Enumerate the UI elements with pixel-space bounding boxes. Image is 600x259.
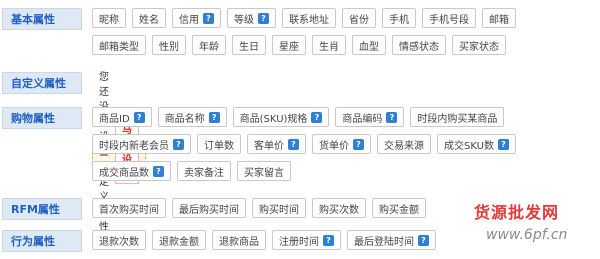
- tag-nickname[interactable]: 昵称: [92, 8, 126, 28]
- tag-relationship[interactable]: 情感状态: [392, 35, 446, 55]
- watermark-url: www.6pf.cn: [486, 227, 568, 243]
- tag-purchase-amount[interactable]: 购买金额: [372, 198, 426, 218]
- tag-period-new-old-member[interactable]: 时段内新老会员?: [92, 134, 191, 154]
- tag-first-purchase-time[interactable]: 首次购买时间: [92, 198, 166, 218]
- help-icon[interactable]: ?: [353, 138, 364, 150]
- help-icon[interactable]: ?: [133, 111, 145, 123]
- tag-zodiac[interactable]: 生肖: [312, 35, 346, 55]
- tag-last-purchase-time[interactable]: 最后购买时间: [172, 198, 246, 218]
- tag-level[interactable]: 等级?: [227, 8, 276, 28]
- tag-purchase-time[interactable]: 购买时间: [252, 198, 306, 218]
- basic-items: 昵称 姓名 信用? 等级? 联系地址 省份 手机 手机号段 邮箱 邮箱类型 性别…: [92, 8, 516, 62]
- section-title-behavior: 行为属性: [2, 230, 82, 252]
- tag-product-name[interactable]: 商品名称?: [157, 107, 227, 127]
- tag-constellation[interactable]: 星座: [272, 35, 306, 55]
- tag-mobile-segment[interactable]: 手机号段: [422, 8, 476, 28]
- help-icon[interactable]: ?: [323, 234, 334, 246]
- watermark-title: 货源批发网: [474, 203, 560, 222]
- section-title-purchase: 购物属性: [2, 107, 82, 129]
- tag-purchase-count[interactable]: 购买次数: [312, 198, 366, 218]
- tag-age[interactable]: 年龄: [192, 35, 226, 55]
- help-icon[interactable]: ?: [258, 12, 269, 24]
- tag-refund-count[interactable]: 退款次数: [92, 230, 146, 250]
- tag-email[interactable]: 邮箱: [482, 8, 516, 28]
- section-title-custom: 自定义属性: [2, 72, 82, 94]
- tag-buyer-status[interactable]: 买家状态: [452, 35, 506, 55]
- tag-refund-amount[interactable]: 退款金额: [152, 230, 206, 250]
- tag-address[interactable]: 联系地址: [282, 8, 336, 28]
- purchase-items: 商品ID? 商品名称? 商品(SKU)规格? 商品编码? 时段内购买某商品 时段…: [92, 107, 516, 188]
- help-icon[interactable]: ?: [497, 138, 509, 150]
- tag-seller-note[interactable]: 卖家备注: [177, 161, 231, 181]
- tag-last-login-time[interactable]: 最后登陆时间?: [347, 230, 436, 250]
- tag-name[interactable]: 姓名: [132, 8, 166, 28]
- tag-unit-price[interactable]: 货单价?: [312, 134, 371, 154]
- tag-product-id[interactable]: 商品ID?: [92, 107, 152, 127]
- tag-register-time[interactable]: 注册时间?: [272, 230, 341, 250]
- tag-avg-order-value[interactable]: 客单价?: [247, 134, 306, 154]
- tag-email-type[interactable]: 邮箱类型: [92, 35, 146, 55]
- tag-product-code[interactable]: 商品编码?: [335, 107, 405, 127]
- rfm-items: 首次购买时间 最后购买时间 购买时间 购买次数 购买金额: [92, 198, 426, 225]
- tag-province[interactable]: 省份: [342, 8, 376, 28]
- tag-refund-product[interactable]: 退款商品: [212, 230, 266, 250]
- tag-product-sku[interactable]: 商品(SKU)规格?: [232, 107, 330, 127]
- tag-order-count[interactable]: 订单数: [197, 134, 241, 154]
- help-icon[interactable]: ?: [203, 12, 214, 24]
- tag-trade-source[interactable]: 交易来源: [377, 134, 431, 154]
- section-title-basic: 基本属性: [2, 8, 82, 30]
- tag-birthday[interactable]: 生日: [232, 35, 266, 55]
- behavior-items: 退款次数 退款金额 退款商品 注册时间? 最后登陆时间?: [92, 230, 436, 257]
- help-icon[interactable]: ?: [288, 138, 299, 150]
- help-icon[interactable]: ?: [418, 234, 429, 246]
- tag-credit[interactable]: 信用?: [172, 8, 221, 28]
- help-icon[interactable]: ?: [173, 138, 184, 150]
- tag-gender[interactable]: 性别: [152, 35, 186, 55]
- tag-buyer-message[interactable]: 买家留言: [237, 161, 291, 181]
- tag-sku-count[interactable]: 成交SKU数?: [437, 134, 516, 154]
- tag-period-bought-product[interactable]: 时段内购买某商品: [410, 107, 505, 127]
- tag-mobile[interactable]: 手机: [382, 8, 416, 28]
- tag-product-count[interactable]: 成交商品数?: [92, 161, 171, 181]
- section-title-rfm: RFM属性: [2, 198, 82, 220]
- help-icon[interactable]: ?: [208, 111, 220, 123]
- help-icon[interactable]: ?: [153, 165, 164, 177]
- help-icon[interactable]: ?: [386, 111, 398, 123]
- watermark: 货源批发网 www.6pf.cn: [472, 199, 592, 249]
- tag-blood-type[interactable]: 血型: [352, 35, 386, 55]
- help-icon[interactable]: ?: [311, 111, 323, 123]
